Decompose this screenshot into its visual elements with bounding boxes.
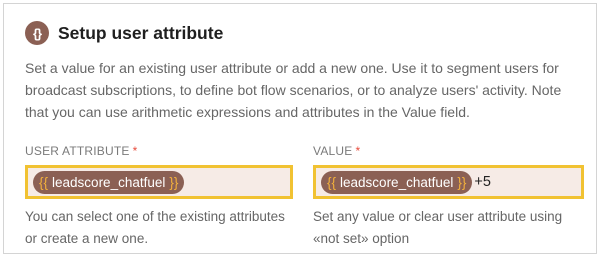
required-asterisk: * bbox=[355, 144, 361, 158]
card-title: Setup user attribute bbox=[58, 22, 224, 43]
curly-braces-icon: {} bbox=[25, 21, 49, 45]
value-label-text: VALUE bbox=[313, 144, 353, 158]
user-attribute-helper: You can select one of the existing attri… bbox=[25, 209, 285, 246]
brace-open: {{ bbox=[327, 174, 337, 190]
brace-open: {{ bbox=[39, 174, 49, 190]
value-label: VALUE * bbox=[313, 144, 584, 158]
brace-close: }} bbox=[169, 174, 179, 190]
value-section: VALUE * {{ leadscore_chatfuel }} +5 Set a… bbox=[313, 144, 584, 250]
user-attribute-input[interactable]: {{ leadscore_chatfuel }} bbox=[25, 165, 293, 199]
attribute-pill[interactable]: {{ leadscore_chatfuel }} bbox=[33, 170, 185, 194]
user-attribute-label-text: USER ATTRIBUTE bbox=[25, 144, 130, 158]
attribute-name: leadscore_chatfuel bbox=[340, 174, 454, 190]
user-attribute-section: USER ATTRIBUTE * {{ leadscore_chatfuel }}… bbox=[25, 144, 295, 250]
value-helper: Set any value or clear user attribute us… bbox=[313, 209, 563, 246]
card-description: Set a value for an existing user attribu… bbox=[25, 60, 562, 120]
value-expression-suffix: +5 bbox=[474, 174, 491, 190]
attribute-pill[interactable]: {{ leadscore_chatfuel }} bbox=[321, 170, 473, 194]
card-header: {} Setup user attribute bbox=[25, 21, 223, 45]
brace-close: }} bbox=[457, 174, 467, 190]
required-asterisk: * bbox=[132, 144, 138, 158]
user-attribute-label: USER ATTRIBUTE * bbox=[25, 144, 295, 158]
setup-user-attribute-card: {} Setup user attribute Set a value for … bbox=[3, 3, 597, 254]
value-input[interactable]: {{ leadscore_chatfuel }} +5 bbox=[313, 165, 584, 199]
attribute-name: leadscore_chatfuel bbox=[52, 174, 166, 190]
